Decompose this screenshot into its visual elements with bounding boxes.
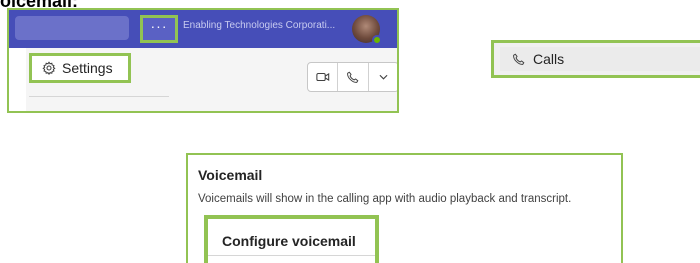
configure-voicemail-button[interactable]: Configure voicemail — [204, 215, 379, 263]
phone-icon — [346, 71, 359, 84]
video-icon — [316, 71, 330, 83]
voicemail-panel: Voicemail Voicemails will show in the ca… — [186, 153, 623, 263]
phone-icon — [512, 53, 525, 66]
chevron-down-icon — [379, 74, 388, 80]
calls-nav-panel: Calls — [491, 40, 700, 78]
menu-divider — [29, 96, 169, 97]
calls-nav-item[interactable]: Calls — [500, 47, 700, 71]
teams-header-panel: ··· Enabling Technologies Corporati... S… — [7, 8, 399, 113]
voicemail-description: Voicemails will show in the calling app … — [198, 193, 572, 205]
call-buttons-group — [307, 62, 397, 92]
video-call-button[interactable] — [308, 63, 339, 91]
configure-voicemail-label: Configure voicemail — [222, 233, 356, 249]
audio-call-button[interactable] — [338, 63, 369, 91]
call-options-dropdown[interactable] — [369, 63, 397, 91]
more-options-icon: ··· — [150, 18, 168, 34]
more-options-button[interactable]: ··· — [140, 15, 178, 43]
presence-badge — [372, 35, 382, 45]
settings-label: Settings — [62, 60, 113, 76]
settings-menu-item[interactable]: Settings — [29, 53, 131, 83]
gear-icon — [42, 61, 56, 75]
search-box[interactable] — [15, 16, 129, 40]
calls-label: Calls — [533, 51, 565, 67]
button-divider — [208, 255, 375, 256]
voicemail-title: Voicemail — [198, 167, 263, 183]
org-name: Enabling Technologies Corporati... — [183, 20, 336, 31]
